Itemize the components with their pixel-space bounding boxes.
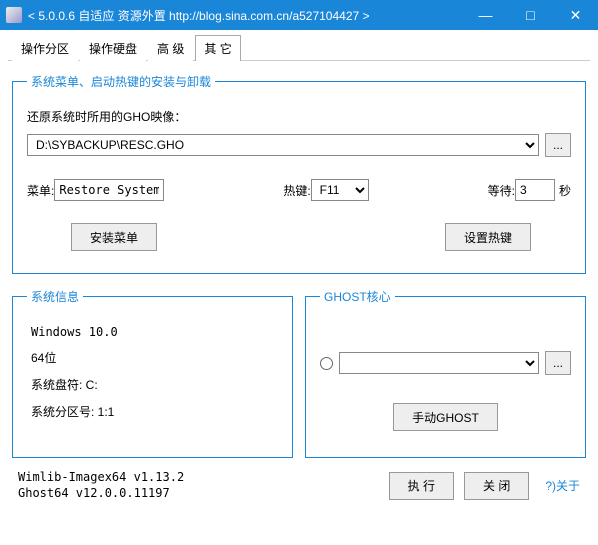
version-ghost: Ghost64 v12.0.0.11197 (18, 486, 379, 502)
window-controls: — □ ✕ (463, 0, 598, 30)
close-app-button[interactable]: 关 闭 (464, 472, 529, 500)
sysinfo-bits: 64位 (31, 349, 274, 366)
hotkey-label: 热键: (283, 182, 310, 199)
titlebar: < 5.0.0.6 自适应 资源外置 http://blog.sina.com.… (0, 0, 598, 30)
ghost-browse-button[interactable]: ... (545, 351, 571, 375)
wait-label: 等待: (488, 182, 515, 199)
wait-input[interactable] (515, 179, 555, 201)
ghost-section: GHOST核心 ... 手动GHOST (305, 288, 586, 458)
version-wimlib: Wimlib-Imagex64 v1.13.2 (18, 470, 379, 486)
tab-disk[interactable]: 操作硬盘 (80, 35, 146, 61)
manual-ghost-button[interactable]: 手动GHOST (393, 403, 498, 431)
wait-unit: 秒 (559, 182, 571, 199)
content-area: 操作分区 操作硬盘 高 级 其 它 系统菜单、启动热键的安装与卸载 还原系统时所… (0, 30, 598, 519)
gho-browse-button[interactable]: ... (545, 133, 571, 157)
ghost-core-select[interactable] (339, 352, 539, 374)
set-hotkey-button[interactable]: 设置热键 (445, 223, 531, 251)
hotkey-section: 系统菜单、启动热键的安装与卸载 还原系统时所用的GHO映像： D:\SYBACK… (12, 73, 586, 274)
menu-label: 菜单: (27, 182, 54, 199)
install-menu-button[interactable]: 安装菜单 (71, 223, 157, 251)
tab-other[interactable]: 其 它 (195, 35, 240, 61)
window-title: < 5.0.0.6 自适应 资源外置 http://blog.sina.com.… (28, 7, 463, 24)
sysinfo-section: 系统信息 Windows 10.0 64位 系统盘符: C: 系统分区号: 1:… (12, 288, 293, 458)
hotkey-select[interactable]: F11 (311, 179, 369, 201)
tab-advanced[interactable]: 高 级 (148, 35, 193, 61)
tab-partition[interactable]: 操作分区 (12, 35, 78, 61)
ghost-legend: GHOST核心 (320, 288, 395, 305)
hotkey-legend: 系统菜单、启动热键的安装与卸载 (27, 73, 215, 90)
menu-input[interactable] (54, 179, 164, 201)
close-button[interactable]: ✕ (553, 0, 598, 30)
gho-path-select[interactable]: D:\SYBACKUP\RESC.GHO (27, 134, 539, 156)
run-button[interactable]: 执 行 (389, 472, 454, 500)
version-info: Wimlib-Imagex64 v1.13.2 Ghost64 v12.0.0.… (18, 470, 379, 501)
tab-bar: 操作分区 操作硬盘 高 级 其 它 (8, 34, 590, 61)
app-icon (6, 7, 22, 23)
ghost-radio[interactable] (320, 357, 333, 370)
minimize-button[interactable]: — (463, 0, 508, 30)
gho-label: 还原系统时所用的GHO映像： (27, 108, 186, 125)
footer: Wimlib-Imagex64 v1.13.2 Ghost64 v12.0.0.… (8, 464, 590, 511)
about-link[interactable]: ?)关于 (545, 477, 580, 494)
sysinfo-legend: 系统信息 (27, 288, 83, 305)
sysinfo-os: Windows 10.0 (31, 325, 274, 339)
sysinfo-partition: 系统分区号: 1:1 (31, 403, 274, 420)
maximize-button[interactable]: □ (508, 0, 553, 30)
sysinfo-drive: 系统盘符: C: (31, 376, 274, 393)
